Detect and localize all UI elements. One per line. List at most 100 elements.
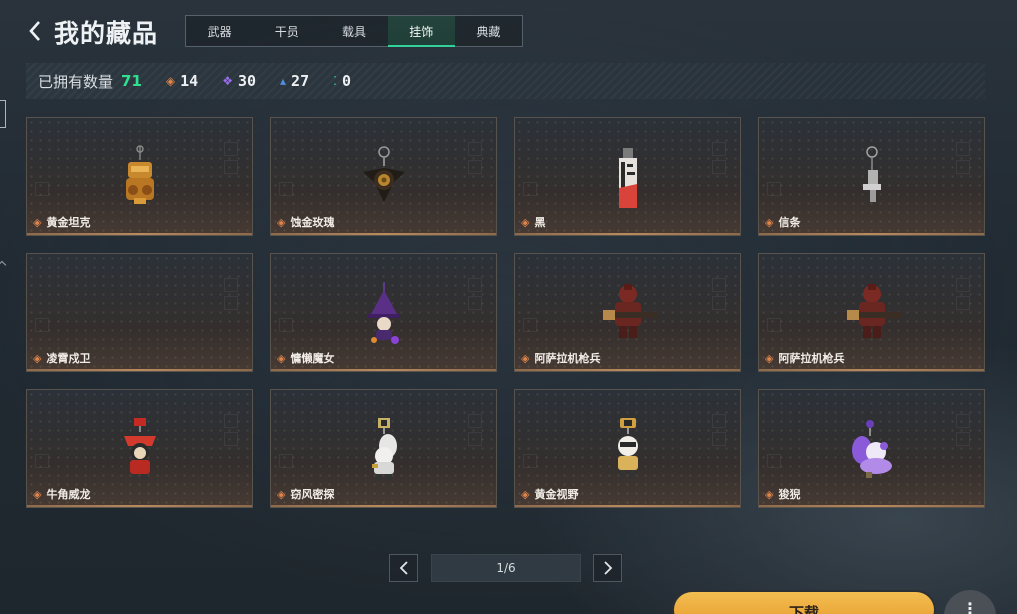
charm-name: 信条 xyxy=(778,216,801,229)
page-title: 我的藏品 xyxy=(54,19,159,48)
gunner-charm-image xyxy=(598,284,657,338)
background-pattern xyxy=(468,414,482,428)
charm-card[interactable]: ◈ 黄金坦克 xyxy=(26,117,253,236)
background-pattern xyxy=(224,432,238,446)
next-page-button[interactable] xyxy=(593,554,622,582)
charm-name: 黄金视野 xyxy=(534,488,579,501)
background-pattern xyxy=(279,318,293,332)
tab-label: 干员 xyxy=(274,24,299,39)
tab-label: 典藏 xyxy=(476,24,501,39)
charm-card[interactable]: ◈ 慵懒魔女 xyxy=(270,253,497,372)
tab-label: 挂饰 xyxy=(409,24,434,39)
background-pattern xyxy=(468,142,482,156)
background-pattern xyxy=(712,160,726,174)
rarity-count-orange: ◈ 14 xyxy=(166,72,198,90)
background-pattern xyxy=(712,142,726,156)
rarity-count-value: 27 xyxy=(291,72,310,90)
charm-card[interactable]: ◈ 窃风密探 xyxy=(270,389,497,508)
background-pattern xyxy=(767,454,781,468)
background-pattern xyxy=(712,432,726,446)
charm-name: 黄金坦克 xyxy=(46,216,91,229)
charm-name: 凌霄戍卫 xyxy=(46,352,91,365)
orange-gem-icon: ◈ xyxy=(765,351,774,365)
orange-gem-icon: ◈ xyxy=(277,351,286,365)
orange-gem-icon: ◈ xyxy=(33,487,42,501)
charm-card[interactable]: ◈ 黄金视野 xyxy=(514,389,741,508)
tab-weapons[interactable]: 武器 xyxy=(186,16,253,46)
card-label: ◈ 阿萨拉机枪兵 xyxy=(521,350,600,366)
card-label: ◈ 黑 xyxy=(521,214,545,230)
rose-charm-image xyxy=(362,146,405,202)
charm-name: 蚀金玫瑰 xyxy=(290,216,335,229)
charm-card[interactable]: ◈ 牛角威龙 xyxy=(26,389,253,508)
chevron-left-icon xyxy=(29,21,40,41)
charm-name: 狻猊 xyxy=(778,488,801,501)
blue-gem-icon: ▴ xyxy=(280,74,287,88)
charm-name: 牛角威龙 xyxy=(46,488,91,501)
card-label: ◈ 牛角威龙 xyxy=(33,486,90,502)
golden-tank-charm-image xyxy=(125,145,154,204)
witch-charm-image xyxy=(367,282,400,344)
download-button[interactable]: 下载 xyxy=(672,590,936,614)
side-caret-icon[interactable] xyxy=(0,260,7,270)
tab-label: 载具 xyxy=(342,24,367,39)
background-pattern xyxy=(956,278,970,292)
green-gem-icon: ⁚ xyxy=(333,74,337,88)
background-pattern xyxy=(523,454,537,468)
background-pattern xyxy=(956,432,970,446)
card-label: ◈ 信条 xyxy=(765,214,800,230)
gunner-charm-image xyxy=(842,284,901,338)
tab-vehicles[interactable]: 载具 xyxy=(320,16,387,46)
page-indicator: 1/6 xyxy=(431,554,581,582)
background-pattern xyxy=(523,182,537,196)
orange-gem-icon: ◈ xyxy=(765,215,774,229)
orange-gem-icon: ◈ xyxy=(765,487,774,501)
charm-card[interactable]: ◈ 凌霄戍卫 xyxy=(26,253,253,372)
rarity-count-value: 14 xyxy=(180,72,199,90)
charm-card[interactable]: ◈ 蚀金玫瑰 xyxy=(270,117,497,236)
charm-card[interactable]: ◈ 阿萨拉机枪兵 xyxy=(514,253,741,372)
more-options-button[interactable]: ⋮ xyxy=(944,590,996,614)
tab-charms[interactable]: 挂饰 xyxy=(387,16,456,47)
charm-card[interactable]: ◈ 阿萨拉机枪兵 xyxy=(758,253,985,372)
rarity-count-value: 0 xyxy=(341,72,351,90)
card-label: ◈ 狻猊 xyxy=(765,486,800,502)
background-pattern xyxy=(224,142,238,156)
background-pattern xyxy=(712,414,726,428)
side-panel-handle[interactable] xyxy=(0,100,6,128)
card-charm-image xyxy=(618,148,637,208)
owned-count-bar: 已拥有数量 71 ◈ 14 ❖ 30 ▴ 27 ⁚ 0 xyxy=(26,63,985,99)
prev-page-button[interactable] xyxy=(389,554,418,582)
background-pattern xyxy=(468,432,482,446)
background-pattern xyxy=(279,182,293,196)
charm-name: 窃风密探 xyxy=(290,488,335,501)
background-pattern xyxy=(956,142,970,156)
chevron-left-icon xyxy=(399,561,408,575)
card-label: ◈ 窃风密探 xyxy=(277,486,334,502)
orange-gem-icon: ◈ xyxy=(33,351,42,365)
rarity-count-green: ⁚ 0 xyxy=(333,72,351,90)
chevron-right-icon xyxy=(603,561,612,575)
lion-charm-image xyxy=(851,420,892,478)
owned-total: 71 xyxy=(121,72,142,90)
tab-collection[interactable]: 典藏 xyxy=(455,16,522,46)
orange-gem-icon: ◈ xyxy=(277,215,286,229)
rarity-count-purple: ❖ 30 xyxy=(222,72,256,90)
charm-card[interactable]: ◈ 黑 xyxy=(514,117,741,236)
spy-charm-image xyxy=(371,418,397,480)
background-pattern xyxy=(712,278,726,292)
charm-card[interactable]: ◈ 信条 xyxy=(758,117,985,236)
more-icon: ⋮ xyxy=(962,599,978,614)
charm-name: 阿萨拉机枪兵 xyxy=(534,352,601,365)
charm-card[interactable]: ◈ 狻猊 xyxy=(758,389,985,508)
bull-charm-image xyxy=(123,418,156,480)
charm-name: 黑 xyxy=(534,216,546,229)
charm-name: 慵懒魔女 xyxy=(290,352,335,365)
background-pattern xyxy=(224,160,238,174)
tab-operators[interactable]: 干员 xyxy=(253,16,320,46)
background-pattern xyxy=(279,454,293,468)
orange-gem-icon: ◈ xyxy=(33,215,42,229)
owned-label: 已拥有数量 xyxy=(38,72,114,91)
back-button[interactable] xyxy=(22,17,48,45)
tab-label: 武器 xyxy=(207,24,232,39)
